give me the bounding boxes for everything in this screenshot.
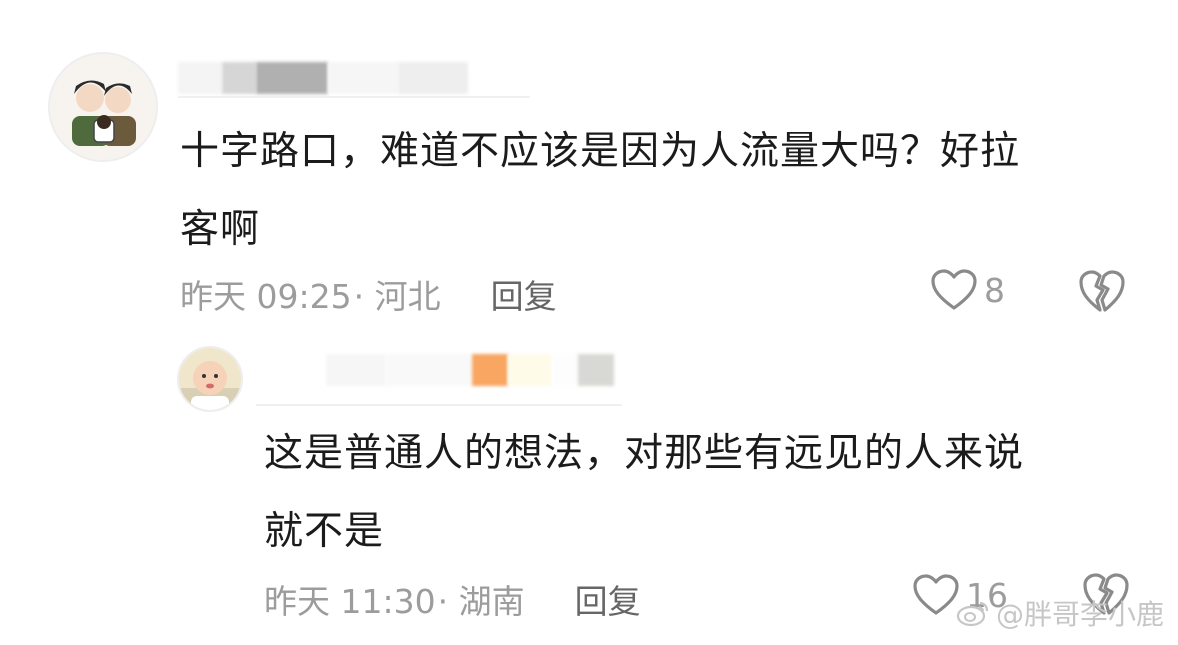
comment-meta: 昨天 11:30 · 湖南 回复 (264, 575, 641, 623)
reply-button[interactable]: 回复 (575, 575, 641, 623)
broken-heart-icon (1079, 270, 1125, 312)
comment-meta: 昨天 09:25 · 河北 回复 (180, 270, 557, 318)
comment-date: 昨天 11:30 (264, 582, 436, 621)
comment-text: 这是普通人的想法，对那些有远见的人来说 就不是 (264, 431, 1025, 554)
comment-text: 十字路口，难道不应该是因为人流量大吗？好拉 客啊 (180, 129, 1021, 252)
reply-button[interactable]: 回复 (491, 270, 557, 318)
dislike-button[interactable] (1078, 268, 1126, 318)
name-divider (256, 404, 622, 406)
heart-outline-icon (931, 269, 977, 310)
watermark-text: @胖哥李小鹿 (995, 598, 1164, 631)
avatar-illustration-icon (50, 54, 156, 160)
comment-location: · 湖南 (437, 582, 525, 621)
name-divider (178, 96, 530, 98)
username-blurred[interactable] (326, 354, 614, 386)
heart-outline-icon (913, 574, 959, 615)
like-button[interactable]: 8 (930, 268, 1005, 312)
avatar[interactable] (48, 52, 158, 162)
comment-location: · 河北 (353, 277, 441, 316)
like-count: 8 (984, 270, 1005, 310)
comment-date: 昨天 09:25 (180, 277, 352, 316)
avatar-photo-icon (179, 348, 241, 410)
weibo-icon (956, 601, 989, 627)
avatar[interactable] (177, 346, 243, 412)
watermark: @胖哥李小鹿 (956, 593, 1164, 633)
username-blurred[interactable] (178, 62, 468, 94)
